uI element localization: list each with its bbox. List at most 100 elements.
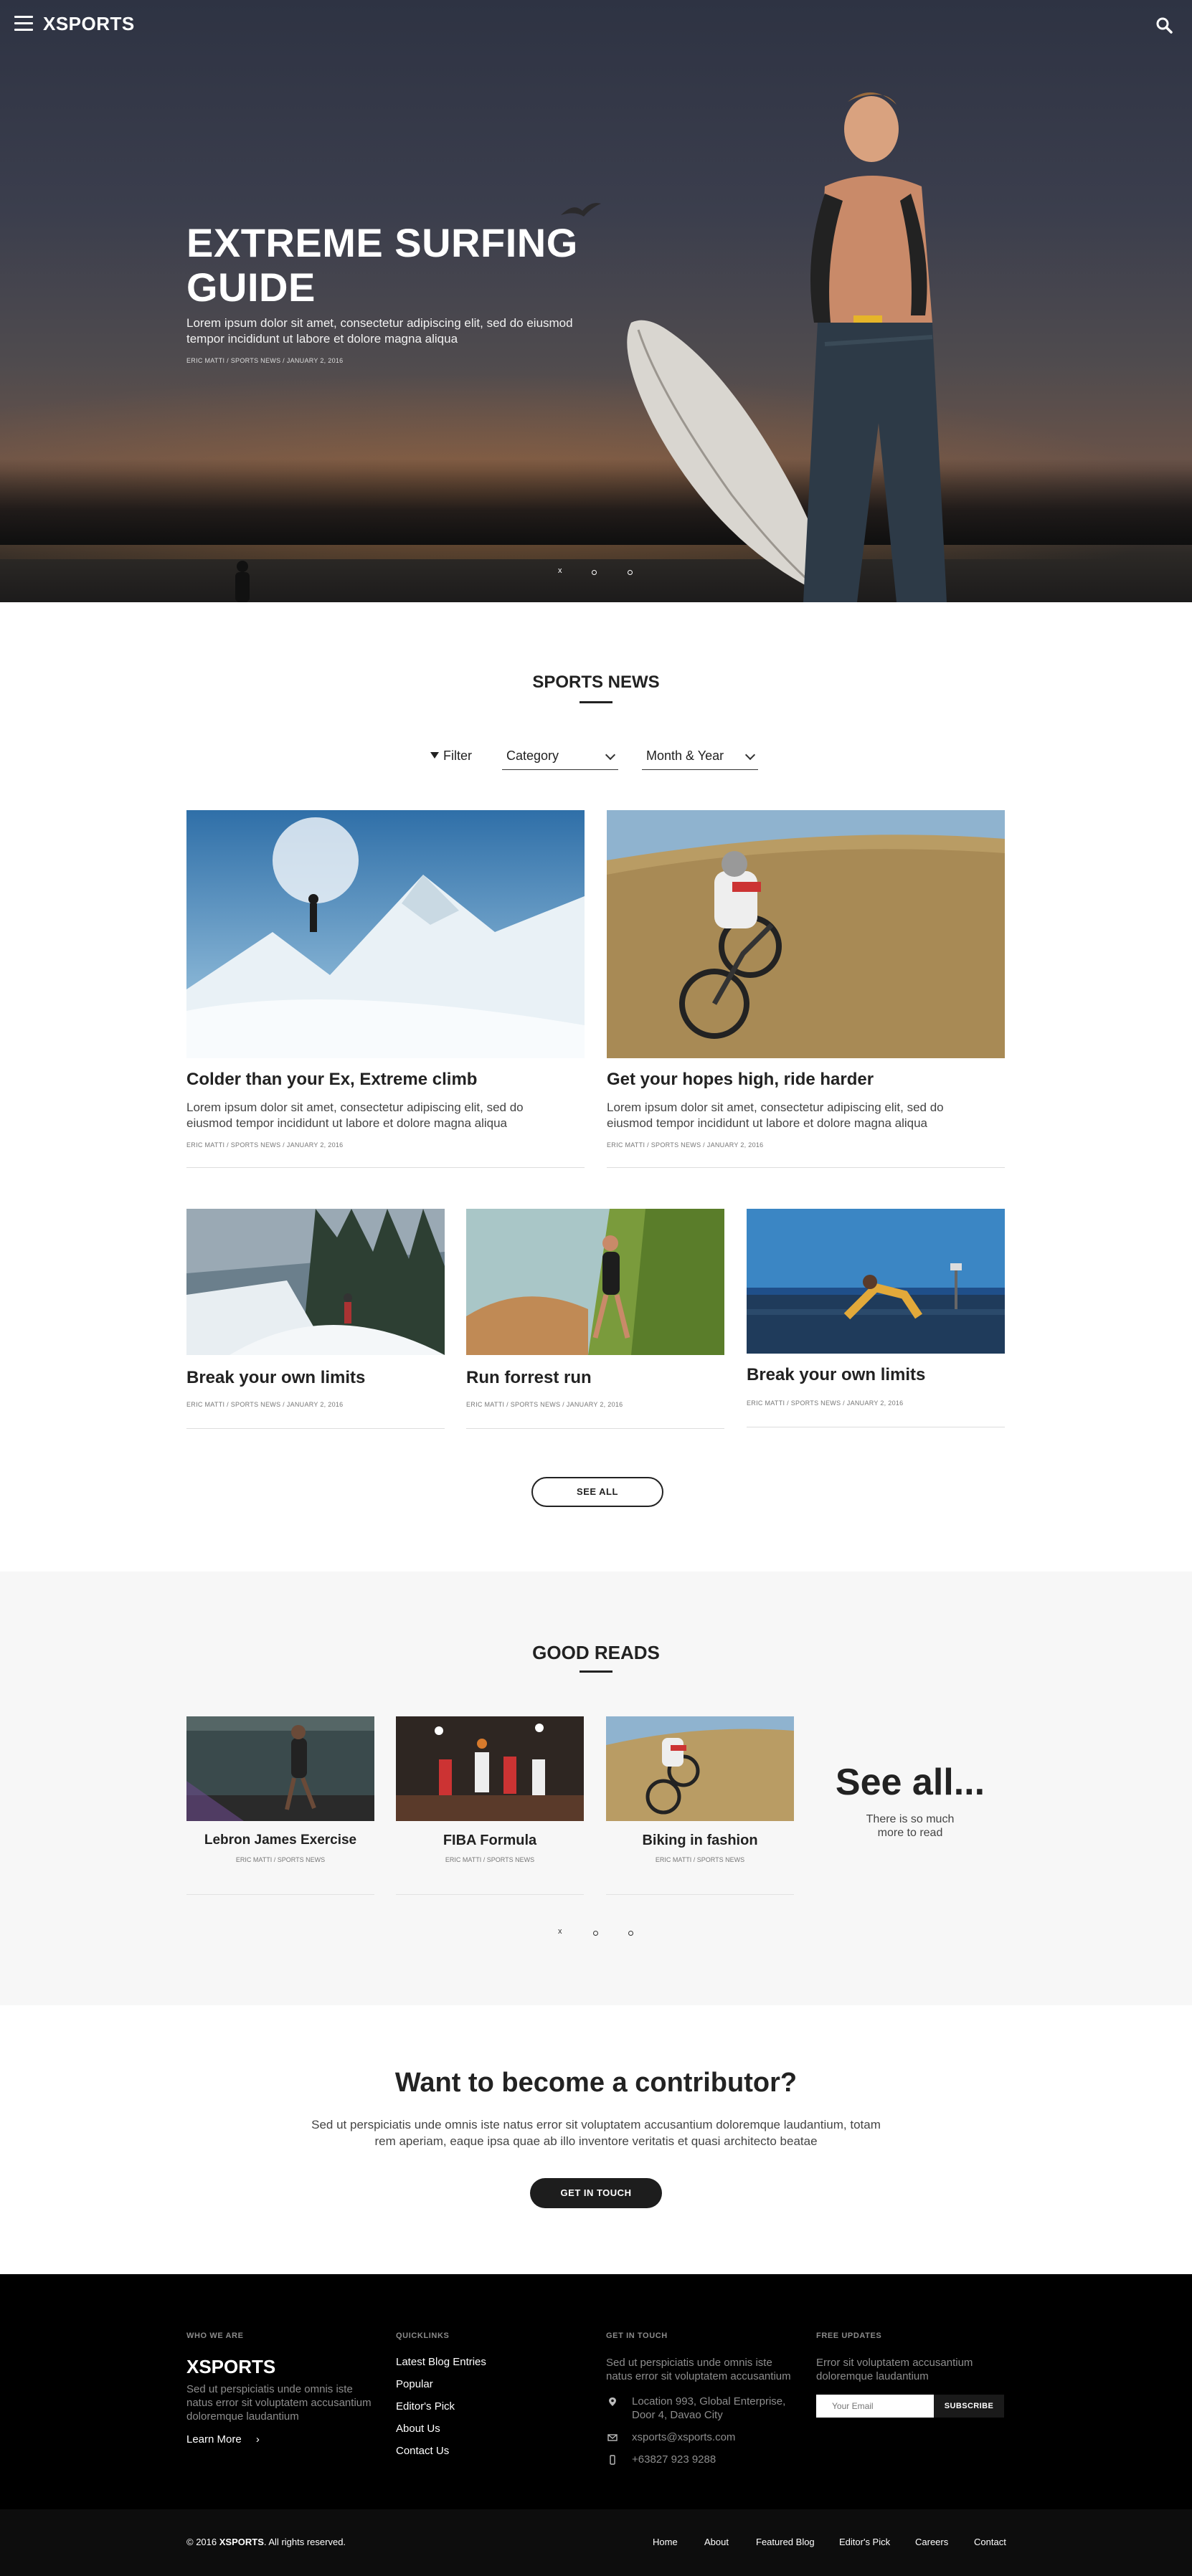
read-card-meta: ERIC MATTI / SPORTS NEWS [445, 1856, 535, 1863]
card-title[interactable]: Run forrest run [466, 1368, 592, 1388]
ski-image[interactable] [186, 1209, 445, 1355]
news-card[interactable]: Run forrest run ERIC MATTI / SPORTS NEWS… [466, 1209, 724, 1431]
bird-image [561, 203, 601, 217]
hero-text: EXTREME SURFING GUIDE Lorem ipsum dolor … [186, 221, 588, 365]
chevron-down-icon [744, 749, 756, 761]
news-card[interactable]: Break your own limits ERIC MATTI / SPORT… [186, 1209, 445, 1431]
footer-free-updates: FREE UPDATES Error sit voluptatem accusa… [816, 2332, 1004, 2418]
site-logo[interactable]: XSPORTS [43, 13, 135, 35]
get-in-touch-button[interactable]: GET IN TOUCH [530, 2178, 662, 2208]
card-description: Lorem ipsum dolor sit amet, consectetur … [186, 1101, 524, 1130]
card-meta: ERIC MATTI / SPORTS NEWS / JANUARY 2, 20… [186, 1401, 344, 1408]
hero-title[interactable]: EXTREME SURFING GUIDE [186, 221, 588, 310]
read-card-title[interactable]: Lebron James Exercise [186, 1833, 374, 1848]
hero-description: Lorem ipsum dolor sit amet, consectetur … [186, 316, 573, 346]
news-card[interactable]: Break your own limits ERIC MATTI / SPORT… [747, 1209, 1005, 1431]
sports-news-title: SPORTS NEWS [532, 672, 660, 692]
quicklink-latest-blog[interactable]: Latest Blog Entries [396, 2356, 584, 2368]
see-all-button[interactable]: SEE ALL [531, 1477, 663, 1507]
card-title[interactable]: Colder than your Ex, Extreme climb [186, 1070, 477, 1090]
hamburger-icon[interactable] [14, 16, 33, 32]
read-card-meta: ERIC MATTI / SPORTS NEWS [235, 1856, 326, 1863]
subscribe-button[interactable]: SUBSCRIBE [934, 2395, 1004, 2418]
quicklink-popular[interactable]: Popular [396, 2378, 584, 2390]
subscribe-form: SUBSCRIBE [816, 2395, 1004, 2418]
footer-heading: WHO WE ARE [186, 2332, 244, 2340]
slider-dot-active[interactable]: x [558, 1927, 562, 1936]
read-card[interactable]: FIBA Formula ERIC MATTI / SPORTS NEWS [396, 1716, 584, 1896]
chevron-right-icon: › [255, 2433, 260, 2446]
card-title[interactable]: Break your own limits [186, 1368, 365, 1388]
bottom-nav-home[interactable]: Home [653, 2537, 678, 2547]
see-all-subtext: There is so much more to read [866, 1813, 955, 1839]
month-year-select[interactable]: Month & Year [642, 744, 758, 770]
footer-quicklinks: QUICKLINKS Latest Blog Entries Popular E… [396, 2332, 584, 2467]
footer-email[interactable]: xsports@xsports.com [606, 2430, 794, 2444]
news-card[interactable]: Colder than your Ex, Extreme climb Lorem… [186, 810, 585, 1169]
slider-dot[interactable] [628, 1931, 633, 1936]
card-title[interactable]: Break your own limits [747, 1365, 925, 1385]
email-field[interactable] [816, 2395, 934, 2418]
bottom-nav-careers[interactable]: Careers [915, 2537, 948, 2547]
see-all-reads-card[interactable]: See all... There is so much more to read [816, 1716, 1004, 1896]
top-navigation: XSPORTS [0, 0, 1192, 47]
climb-image[interactable] [186, 810, 585, 1058]
funnel-icon [430, 752, 439, 759]
quicklink-contact-us[interactable]: Contact Us [396, 2445, 584, 2457]
footer-address: Location 993, Global Enterprise, Door 4,… [606, 2395, 794, 2422]
footer-who-we-are: WHO WE ARE XSPORTS Sed ut perspiciatis u… [186, 2332, 374, 2446]
slider-dot[interactable] [592, 570, 597, 575]
bottom-nav-about[interactable]: About [704, 2537, 729, 2547]
footer-phone[interactable]: +63827 923 9288 [606, 2453, 794, 2466]
sprinter-image[interactable] [747, 1209, 1005, 1354]
read-card-title[interactable]: FIBA Formula [396, 1833, 584, 1849]
footer-updates-text: Error sit voluptatem accusantium dolorem… [816, 2357, 973, 2382]
card-description: Lorem ipsum dolor sit amet, consectetur … [607, 1101, 944, 1130]
card-meta: ERIC MATTI / SPORTS NEWS / JANUARY 2, 20… [747, 1399, 904, 1407]
bike-image[interactable] [607, 810, 1005, 1058]
slider-dot-active[interactable]: x [558, 566, 562, 575]
news-card[interactable]: Get your hopes high, ride harder Lorem i… [607, 810, 1005, 1169]
footer-heading: GET IN TOUCH [606, 2332, 668, 2340]
card-meta: ERIC MATTI / SPORTS NEWS / JANUARY 2, 20… [466, 1401, 623, 1408]
copyright: © 2016 XSPORTS. All rights reserved. [186, 2537, 346, 2547]
see-all-heading[interactable]: See all... [816, 1761, 1004, 1804]
read-card[interactable]: Lebron James Exercise ERIC MATTI / SPORT… [186, 1716, 374, 1896]
title-underline [580, 1670, 612, 1673]
learn-more-link[interactable]: Learn More › [186, 2433, 374, 2446]
search-icon[interactable] [1155, 16, 1173, 34]
phone-icon [610, 2455, 615, 2465]
bottom-nav-contact[interactable]: Contact [974, 2537, 1006, 2547]
biking-image[interactable] [606, 1716, 794, 1821]
bottom-nav-featured-blog[interactable]: Featured Blog [756, 2537, 815, 2547]
slider-dot[interactable] [628, 570, 633, 575]
footer-logo[interactable]: XSPORTS [186, 2356, 374, 2378]
read-card-title[interactable]: Biking in fashion [606, 1833, 794, 1849]
footer-bottom-bar: © 2016 XSPORTS. All rights reserved. Hom… [0, 2509, 1192, 2576]
quicklink-editors-pick[interactable]: Editor's Pick [396, 2400, 584, 2413]
card-meta: ERIC MATTI / SPORTS NEWS / JANUARY 2, 20… [186, 1141, 344, 1149]
card-meta: ERIC MATTI / SPORTS NEWS / JANUARY 2, 20… [607, 1141, 764, 1149]
hero-slider-dots: x [552, 566, 653, 578]
quicklink-about-us[interactable]: About Us [396, 2423, 584, 2435]
runner-image[interactable] [466, 1209, 724, 1355]
bottom-nav-editors-pick[interactable]: Editor's Pick [839, 2537, 890, 2547]
category-select[interactable]: Category [502, 744, 618, 770]
footer-contact-text: Sed ut perspiciatis unde omnis iste natu… [606, 2357, 791, 2382]
title-underline [580, 701, 612, 703]
chevron-down-icon [605, 749, 616, 761]
footer: WHO WE ARE XSPORTS Sed ut perspiciatis u… [0, 2274, 1192, 2509]
lebron-image[interactable] [186, 1716, 374, 1821]
reads-slider-dots: x [554, 1927, 654, 1939]
filter-button[interactable]: Filter [430, 748, 472, 764]
silhouette-image [235, 561, 250, 602]
fiba-image[interactable] [396, 1716, 584, 1821]
envelope-icon [607, 2434, 618, 2441]
card-title[interactable]: Get your hopes high, ride harder [607, 1070, 874, 1090]
hero-banner: XSPORTS EXTREME SURFING GUIDE Lorem ipsu… [0, 0, 1192, 602]
surfer-image [803, 92, 947, 602]
read-card[interactable]: Biking in fashion ERIC MATTI / SPORTS NE… [606, 1716, 794, 1896]
read-card-meta: ERIC MATTI / SPORTS NEWS [655, 1856, 745, 1863]
good-reads-section [0, 1572, 1192, 2005]
slider-dot[interactable] [593, 1931, 598, 1936]
